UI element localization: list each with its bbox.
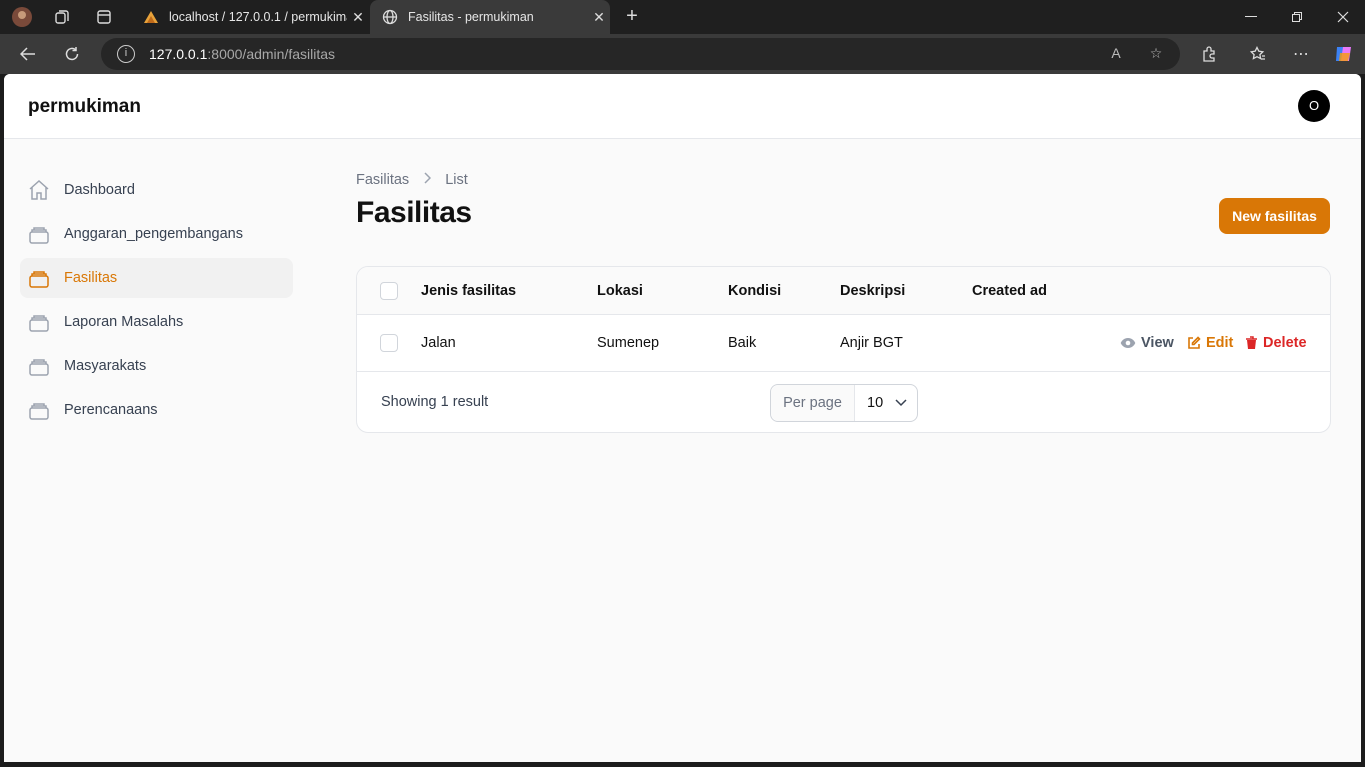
breadcrumb-fasilitas[interactable]: Fasilitas (356, 172, 409, 188)
per-page-select[interactable]: Per page 10 (770, 384, 918, 422)
new-fasilitas-button[interactable]: New fasilitas (1219, 198, 1330, 234)
table-row[interactable]: Jalan Sumenep Baik Anjir BGT View Edit D… (357, 315, 1330, 372)
close-icon[interactable]: ✕ (347, 9, 369, 26)
per-page-label: Per page (771, 385, 855, 421)
favorites-icon[interactable] (1245, 41, 1271, 67)
cell-lokasi: Sumenep (597, 335, 660, 351)
nav-bar: i 127.0.0.1:8000/admin/fasilitas A ☆ ⋯ (0, 34, 1365, 74)
sidebar: Dashboard Anggaran_pengembangans Fasilit… (20, 170, 293, 434)
brand-name[interactable]: permukiman (28, 96, 141, 118)
home-icon (28, 179, 50, 201)
admin-page: permukiman O Dashboard Anggaran_pengemba… (4, 74, 1361, 762)
column-header[interactable]: Kondisi (728, 267, 781, 314)
table-footer: Showing 1 result Per page 10 (357, 372, 1330, 432)
sidebar-item-anggaran[interactable]: Anggaran_pengembangans (20, 214, 293, 254)
close-icon[interactable]: ✕ (588, 9, 610, 26)
per-page-dropdown[interactable]: 10 (855, 385, 917, 421)
globe-icon (382, 9, 398, 25)
collection-icon (28, 399, 50, 421)
column-header[interactable]: Lokasi (597, 267, 643, 314)
collection-icon (28, 355, 50, 377)
top-navigation: permukiman O (4, 74, 1361, 139)
row-checkbox[interactable] (380, 315, 398, 371)
sidebar-item-dashboard[interactable]: Dashboard (20, 170, 293, 210)
new-tab-icon[interactable]: + (620, 4, 644, 28)
column-header[interactable]: Created ad (972, 267, 1047, 314)
refresh-icon[interactable] (59, 41, 85, 67)
table-header: Jenis fasilitas Lokasi Kondisi Deskripsi… (357, 267, 1330, 315)
page-title: Fasilitas (356, 196, 472, 229)
trash-icon (1246, 336, 1257, 349)
tab-phpmyadmin[interactable]: localhost / 127.0.0.1 / permukiman ✕ (131, 0, 369, 34)
site-info-icon[interactable]: i (117, 45, 135, 63)
sidebar-item-label: Laporan Masalahs (64, 314, 184, 330)
tab-actions-icon[interactable] (90, 5, 118, 29)
url-host: 127.0.0.1 (149, 46, 208, 62)
view-label: View (1141, 335, 1174, 351)
edit-label: Edit (1206, 335, 1234, 351)
collection-icon (28, 311, 50, 333)
favorite-star-icon[interactable]: ☆ (1146, 45, 1166, 65)
breadcrumb: Fasilitas List (356, 172, 468, 188)
per-page-value: 10 (867, 395, 884, 411)
cell-deskripsi: Anjir BGT (840, 335, 903, 351)
read-aloud-icon[interactable]: A (1106, 45, 1126, 65)
edit-action[interactable]: Edit (1187, 315, 1233, 371)
sidebar-item-label: Anggaran_pengembangans (64, 226, 243, 242)
chevron-right-icon (423, 172, 432, 188)
sidebar-item-masyarakats[interactable]: Masyarakats (20, 346, 293, 386)
sidebar-item-label: Fasilitas (64, 270, 118, 286)
sidebar-item-fasilitas[interactable]: Fasilitas (20, 258, 293, 298)
delete-label: Delete (1263, 335, 1307, 351)
collection-icon (28, 267, 50, 289)
sidebar-item-laporan-masalahs[interactable]: Laporan Masalahs (20, 302, 293, 342)
delete-action[interactable]: Delete (1245, 315, 1307, 371)
tab-fasilitas[interactable]: Fasilitas - permukiman ✕ (370, 0, 610, 34)
address-bar[interactable]: i 127.0.0.1:8000/admin/fasilitas A ☆ (101, 38, 1180, 70)
sidebar-item-label: Masyarakats (64, 358, 147, 374)
back-icon[interactable] (15, 41, 41, 67)
tab-title: Fasilitas - permukiman (408, 10, 534, 24)
results-count: Showing 1 result (381, 394, 489, 410)
view-action[interactable]: View (1120, 315, 1174, 371)
profile-icon[interactable] (8, 5, 36, 29)
browser-chrome: localhost / 127.0.0.1 / permukiman ✕ Fas… (0, 0, 1365, 74)
tab-title: localhost / 127.0.0.1 / permukiman (169, 10, 347, 24)
restore-icon[interactable] (1274, 0, 1320, 34)
breadcrumb-list: List (445, 172, 468, 188)
sidebar-item-label: Perencanaans (64, 402, 158, 418)
fasilitas-table: Jenis fasilitas Lokasi Kondisi Deskripsi… (356, 266, 1331, 433)
column-header[interactable]: Deskripsi (840, 267, 905, 314)
user-avatar[interactable]: O (1298, 90, 1330, 122)
sidebar-item-perencanaans[interactable]: Perencanaans (20, 390, 293, 430)
cell-kondisi: Baik (728, 335, 757, 351)
phpmyadmin-icon (143, 9, 159, 25)
url-path: :8000/admin/fasilitas (207, 46, 336, 62)
select-all-checkbox[interactable] (380, 267, 398, 314)
minimize-icon[interactable] (1228, 0, 1274, 34)
chevron-down-icon (895, 395, 907, 411)
cell-jenis-fasilitas: Jalan (421, 335, 456, 351)
collection-icon (28, 223, 50, 245)
workspaces-icon[interactable] (48, 5, 76, 29)
edit-icon (1188, 336, 1201, 349)
extensions-icon[interactable] (1196, 41, 1222, 67)
tab-bar: localhost / 127.0.0.1 / permukiman ✕ Fas… (0, 0, 1365, 34)
more-icon[interactable]: ⋯ (1288, 41, 1314, 67)
eye-icon (1120, 338, 1136, 348)
sidebar-item-label: Dashboard (64, 182, 135, 198)
copilot-icon[interactable] (1331, 41, 1357, 67)
column-header[interactable]: Jenis fasilitas (421, 267, 516, 314)
close-window-icon[interactable] (1320, 0, 1365, 34)
